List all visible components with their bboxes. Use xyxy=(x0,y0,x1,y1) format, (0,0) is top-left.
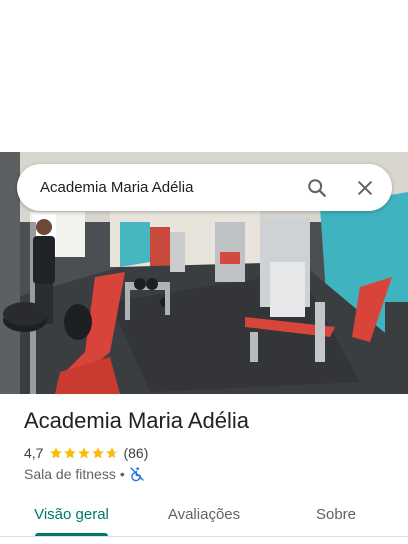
wheelchair-not-accessible-icon[interactable] xyxy=(129,466,145,482)
close-icon xyxy=(358,180,372,195)
tab-overview[interactable]: Visão geral xyxy=(25,496,118,532)
search-bar[interactable]: Academia Maria Adélia xyxy=(17,164,392,211)
rating-stars xyxy=(49,446,119,460)
search-icon xyxy=(308,178,326,197)
review-count: (86) xyxy=(123,445,149,461)
tab-reviews[interactable]: Avaliações xyxy=(154,496,254,532)
category-row: Sala de fitness • xyxy=(24,465,145,483)
star-icon xyxy=(50,447,63,459)
clear-search-button[interactable] xyxy=(352,175,378,201)
rating-value: 4,7 xyxy=(24,445,44,461)
place-title: Academia Maria Adélia xyxy=(24,408,250,433)
star-icon xyxy=(64,447,77,459)
place-tabs: Visão geral Avaliações Sobre xyxy=(0,496,408,536)
place-category: Sala de fitness xyxy=(24,466,116,482)
search-query[interactable]: Academia Maria Adélia xyxy=(40,179,304,196)
separator: • xyxy=(119,466,125,482)
rating-row[interactable]: 4,7 (86) xyxy=(24,444,148,462)
star-icon xyxy=(92,447,105,459)
star-icon xyxy=(78,447,91,459)
search-button[interactable] xyxy=(304,175,330,201)
star-half-icon xyxy=(106,447,119,459)
tab-about[interactable]: Sobre xyxy=(300,496,372,532)
tabs-divider xyxy=(0,536,408,537)
